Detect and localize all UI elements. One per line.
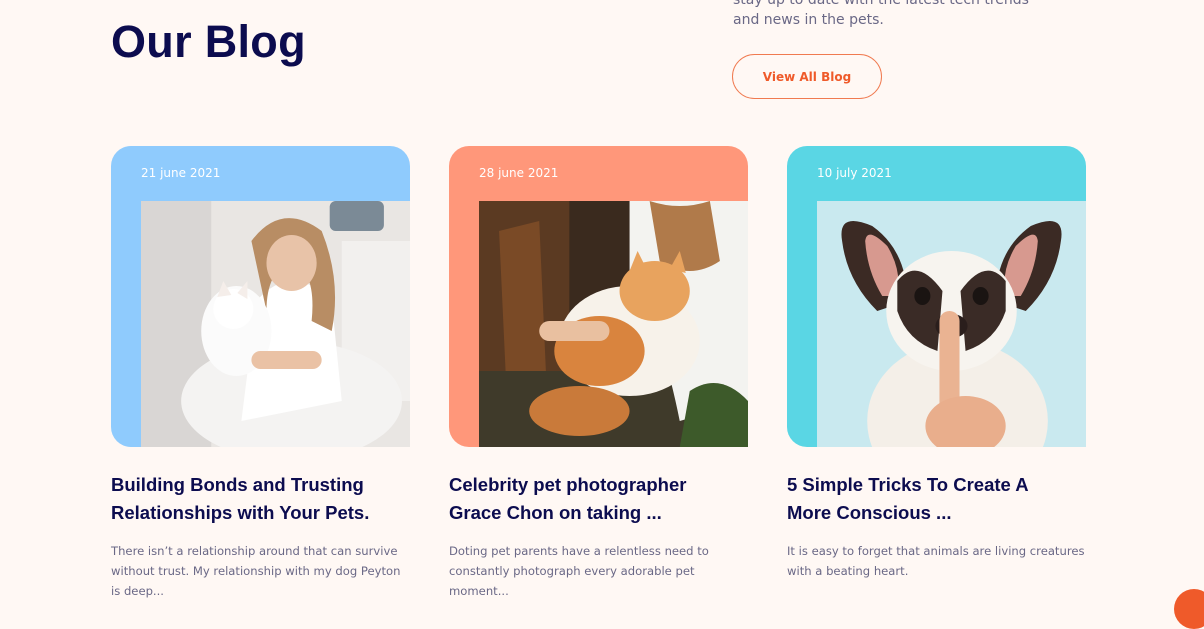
intro-line-2: and news in the pets. bbox=[733, 12, 884, 28]
card-media[interactable]: 10 july 2021 bbox=[787, 146, 1086, 447]
intro-line-1: stay up to date with the latest tech tre… bbox=[733, 0, 1029, 8]
post-title[interactable]: 5 Simple Tricks To Create A More Conscio… bbox=[787, 471, 1077, 527]
blog-card[interactable]: 10 july 2021 5 Simple Tricks To Create A… bbox=[787, 146, 1086, 581]
blog-card[interactable]: 21 june 2021 Building Bonds and Trusting… bbox=[111, 146, 410, 601]
post-title[interactable]: Celebrity pet photographer Grace Chon on… bbox=[449, 471, 739, 527]
post-image-french-bulldog[interactable] bbox=[817, 201, 1086, 447]
post-date: 28 june 2021 bbox=[479, 166, 559, 180]
post-excerpt: It is easy to forget that animals are li… bbox=[787, 544, 1085, 578]
post-date: 21 june 2021 bbox=[141, 166, 221, 180]
card-media[interactable]: 21 june 2021 bbox=[111, 146, 410, 447]
blog-intro: stay up to date with the latest tech tre… bbox=[733, 0, 1073, 30]
view-all-blog-button[interactable]: View All Blog bbox=[732, 54, 882, 99]
post-image-woman-with-cat[interactable] bbox=[141, 201, 410, 447]
blog-card[interactable]: 28 june 2021 Celebrity pet photographer … bbox=[449, 146, 748, 601]
card-media[interactable]: 28 june 2021 bbox=[449, 146, 748, 447]
page-title: Our Blog bbox=[111, 16, 306, 67]
post-title[interactable]: Building Bonds and Trusting Relationship… bbox=[111, 471, 401, 527]
scroll-to-top-button[interactable] bbox=[1174, 589, 1204, 629]
post-excerpt: There isn’t a relationship around that c… bbox=[111, 544, 401, 598]
post-date: 10 july 2021 bbox=[817, 166, 892, 180]
post-image-person-holding-cat[interactable] bbox=[479, 201, 748, 447]
post-excerpt: Doting pet parents have a relentless nee… bbox=[449, 544, 709, 598]
